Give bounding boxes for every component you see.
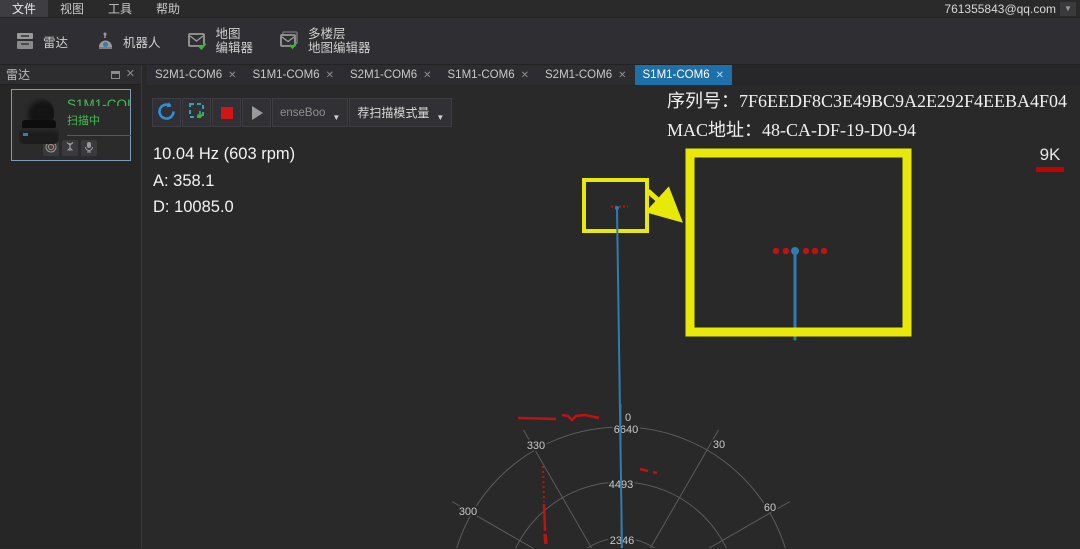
polar-angle-label-30: 30 [713,439,725,451]
account-dropdown-icon[interactable]: ▼ [1060,1,1076,16]
map-editor-button[interactable]: 地图 编辑器 [187,27,254,55]
sample-rate-badge: 9K [1033,145,1067,172]
heading-ray [615,206,623,548]
radar-tool-button[interactable]: 雷达 [14,31,68,51]
tab-s2m1-com6-0[interactable]: S2M1-COM6 ✕ [147,65,245,85]
serial-number-row: 序列号：7F6EEDF8C3E49BC9A2E292F4EEBA4F04 [667,91,1068,111]
angle-reading: A: 358.1 [153,171,215,190]
ribbon-toolbar: 雷达 机器人 地图 编辑器 多楼层 地图编辑器 [0,18,1080,65]
scan-toolbar: enseBoo ▼ 荐扫描模式量 ▼ [152,98,453,127]
multi-floor-map-editor-icon [279,31,301,51]
tab-close-icon[interactable]: ✕ [521,70,529,81]
distance-reading: D: 10085.0 [153,198,234,216]
stop-icon [220,106,233,119]
multi-floor-map-editor-button[interactable]: 多楼层 地图编辑器 [279,27,371,55]
polar-grid [451,404,791,548]
frequency-reading: 10.04 Hz (603 rpm) [153,145,296,163]
zoom-arrow [645,186,683,223]
radar-icon [14,31,36,51]
menu-item-3[interactable]: 帮助 [144,0,192,17]
radar-panel: 雷达 ✕ S1M1-COI 扫描中 [0,65,141,548]
highlight-box-large [685,148,912,337]
recommended-mode-dropdown[interactable]: 荐扫描模式量 ▼ [349,98,453,127]
scan-readings: 10.04 Hz (603 rpm) A: 358.1 D: 10085.0 [153,141,295,221]
scan-mode-value: enseBoo [280,106,326,119]
app-window: 文件 视图 工具 帮助 761355843@qq.com ▼ 雷达 机器人 地图 编 [0,0,1080,549]
serial-number-value: 7F6EEDF8C3E49BC9A2E292F4EEBA4F04 [739,91,1068,111]
document-tabbar: S2M1-COM6 ✕ S1M1-COM6 ✕ S2M1-COM6 ✕ S1M1-COM6 ✕… [147,65,1080,85]
panel-close-icon[interactable]: ✕ [126,69,135,80]
menu-item-1[interactable]: 视图 [48,0,96,17]
radar-label: 雷达 [43,35,69,50]
capture-button[interactable] [182,98,211,127]
robot-icon [94,31,116,51]
map-editor-icon [187,31,209,51]
menu-item-2[interactable]: 工具 [96,0,144,17]
polar-ring-label-6640: 6640 [614,424,638,436]
tab-close-icon[interactable]: ✕ [618,70,626,81]
menu-bar: 文件 视图 工具 帮助 [0,0,192,17]
radar-panel-title: 雷达 [6,68,31,82]
titlebar: 文件 视图 工具 帮助 761355843@qq.com ▼ [0,0,1080,18]
robot-label: 机器人 [123,35,161,50]
account-area: 761355843@qq.com ▼ [944,0,1080,17]
tab-s2m1-com6-2[interactable]: S2M1-COM6 ✕ [342,65,440,85]
multi-floor-map-editor-label: 多楼层 地图编辑器 [308,27,371,55]
refresh-icon [156,101,177,125]
polar-zero-label: 0 [625,412,631,424]
chevron-down-icon: ▼ [332,113,341,122]
tab-label: S1M1-COM6 [447,69,515,81]
device-info-block: 序列号：7F6EEDF8C3E49BC9A2E292F4EEBA4F04 MAC… [667,87,1067,145]
stop-button[interactable] [212,98,241,127]
highlight-box-small [582,178,649,233]
panel-float-icon[interactable] [110,70,120,79]
scan-points [517,413,658,545]
polar-ring-label-2346: 2346 [610,535,634,547]
robot-tool-button[interactable]: 机器人 [94,31,161,51]
polar-angle-label-300: 300 [459,506,477,518]
menu-item-0[interactable]: 文件 [0,0,49,17]
play-icon [252,105,263,120]
tab-close-icon[interactable]: ✕ [326,70,334,81]
tab-label: S2M1-COM6 [545,69,613,81]
polar-angle-label-330: 330 [527,440,545,452]
radar-panel-header: 雷达 ✕ [0,65,141,85]
tab-label: S1M1-COM6 [642,69,710,81]
tab-close-icon[interactable]: ✕ [423,70,431,81]
tab-s1m1-com6-3[interactable]: S1M1-COM6 ✕ [439,65,537,85]
lidar-scan-view[interactable]: 0 6640 4493 2346 330 30 300 60 enseBoo ▼… [147,85,1080,548]
sample-rate-value: 9K [1039,145,1061,164]
antenna-icon [64,141,76,156]
play-button[interactable] [242,98,271,127]
recommended-mode-value: 荐扫描模式量 [357,106,430,120]
tab-s1m1-com6-1[interactable]: S1M1-COM6 ✕ [244,65,342,85]
tab-close-icon[interactable]: ✕ [716,70,724,81]
tab-s1m1-com6-5[interactable]: S1M1-COM6 ✕ [634,65,732,85]
microphone-icon [83,141,95,156]
tab-s2m1-com6-4[interactable]: S2M1-COM6 ✕ [537,65,635,85]
tab-close-icon[interactable]: ✕ [228,70,236,81]
lidar-device-image [17,96,61,148]
chevron-down-icon: ▼ [436,113,445,122]
sample-rate-underline [1036,167,1064,172]
device-status: 扫描中 [67,115,100,127]
device-card[interactable]: S1M1-COI 扫描中 [11,89,131,161]
scan-mode-dropdown[interactable]: enseBoo ▼ [272,98,349,127]
refresh-button[interactable] [152,98,181,127]
device-signal-button[interactable] [62,140,78,156]
mac-address-value: 48-CA-DF-19-D0-94 [762,120,916,140]
capture-frame-icon [187,101,207,124]
device-record-button[interactable] [81,140,97,156]
zoom-inset-content [772,247,828,341]
tab-label: S1M1-COM6 [252,69,320,81]
account-email[interactable]: 761355843@qq.com [944,2,1056,16]
device-name: S1M1-COI [67,97,131,106]
mac-address-row: MAC地址：48-CA-DF-19-D0-94 [667,120,916,140]
map-editor-label: 地图 编辑器 [215,27,254,55]
polar-ring-label-4493: 4493 [609,479,633,491]
tab-label: S2M1-COM6 [155,69,223,81]
tab-label: S2M1-COM6 [350,69,418,81]
polar-angle-label-60: 60 [764,502,776,514]
